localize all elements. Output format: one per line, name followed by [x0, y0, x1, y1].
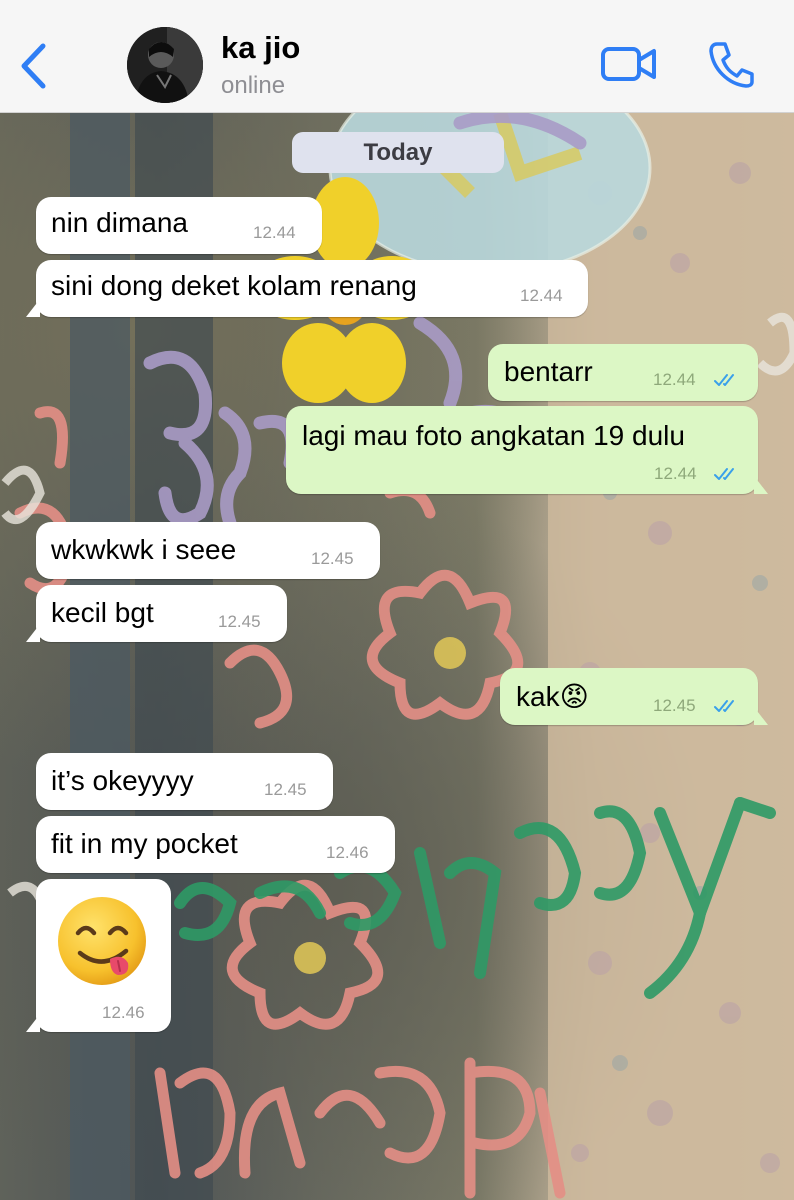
incoming-message[interactable]: sini dong deket kolam renang 12.44 [26, 260, 588, 317]
message-text: nin dimana [51, 207, 188, 238]
incoming-message[interactable]: wkwkwk i seee 12.45 [36, 522, 380, 579]
double-check-icon [714, 700, 734, 712]
message-time: 12.44 [654, 464, 697, 483]
incoming-message[interactable]: fit in my pocket 12.46 [36, 816, 395, 873]
date-separator: Today [292, 132, 504, 173]
contact-name[interactable]: ka jio [221, 30, 300, 66]
message-time: 12.44 [653, 370, 696, 389]
message-text: kak😡 [516, 681, 589, 712]
message-text: lagi mau foto angkatan 19 dulu [302, 420, 685, 451]
chevron-left-icon[interactable] [16, 40, 50, 92]
incoming-message[interactable]: kecil bgt 12.45 [26, 585, 287, 642]
message-text: fit in my pocket [51, 828, 238, 859]
message-time: 12.46 [102, 1003, 145, 1022]
message-time: 12.44 [253, 223, 296, 242]
message-time: 12.44 [520, 286, 563, 305]
chat-header: ka jio online [0, 0, 794, 113]
message-text: it’s okeyyyy [51, 765, 194, 796]
message-time: 12.45 [311, 549, 354, 568]
phone-icon[interactable] [708, 40, 754, 88]
message-text: bentarr [504, 356, 593, 387]
double-check-icon [714, 468, 734, 480]
incoming-message[interactable]: nin dimana 12.44 [36, 197, 322, 254]
avatar[interactable] [127, 27, 203, 103]
incoming-emoji-message[interactable]: 12.46 [26, 879, 171, 1032]
message-text: wkwkwk i seee [51, 534, 237, 565]
outgoing-message[interactable]: bentarr 12.44 [488, 344, 758, 401]
incoming-message[interactable]: it’s okeyyyy 12.45 [36, 753, 333, 810]
message-text: sini dong deket kolam renang [51, 270, 417, 301]
double-check-icon [714, 374, 734, 386]
message-text: kecil bgt [51, 597, 154, 628]
outgoing-message[interactable]: lagi mau foto angkatan 19 dulu 12.44 [286, 406, 768, 494]
message-time: 12.46 [326, 843, 369, 862]
savoring-face-emoji [58, 897, 146, 985]
message-time: 12.45 [218, 612, 261, 631]
message-time: 12.45 [264, 780, 307, 799]
outgoing-message[interactable]: kak😡 12.45 [500, 668, 768, 725]
contact-status: online [221, 72, 286, 99]
video-camera-icon[interactable] [600, 44, 658, 84]
message-time: 12.45 [653, 696, 696, 715]
